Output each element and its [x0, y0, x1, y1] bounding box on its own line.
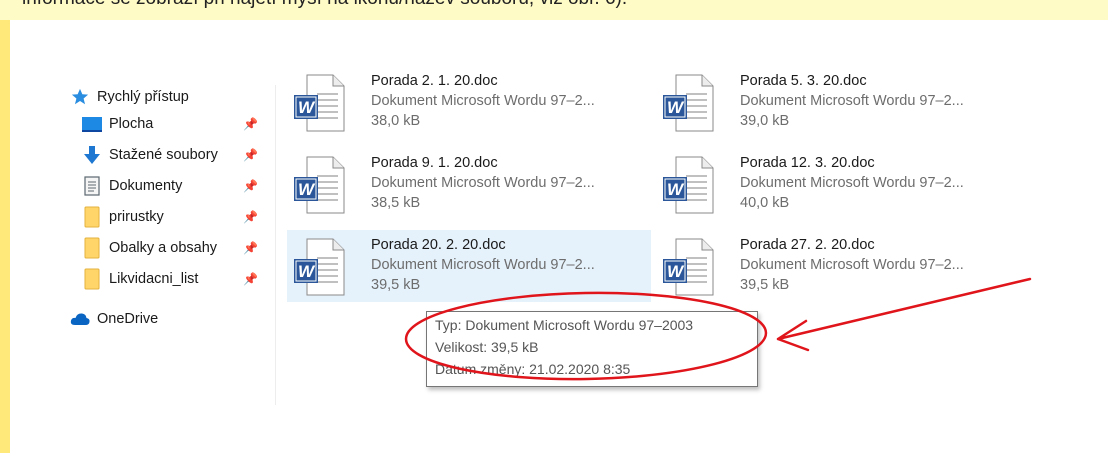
annotation-ellipse [404, 291, 768, 381]
annotation-arrow [776, 277, 1032, 352]
annotation-overlay [404, 277, 1032, 381]
